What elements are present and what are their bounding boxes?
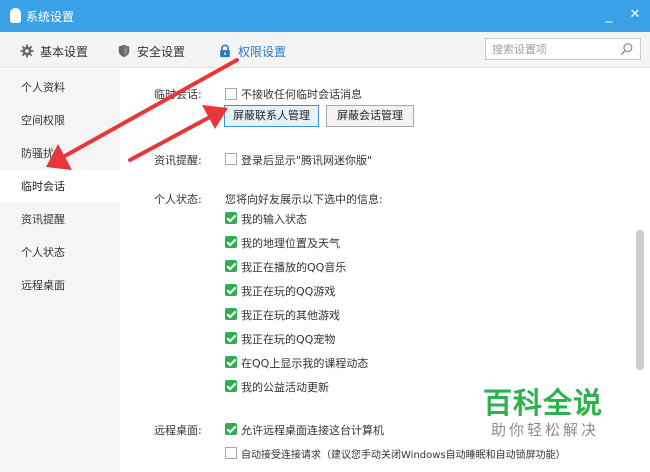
block-sessions-button[interactable]: 屏蔽会话管理 (326, 105, 414, 127)
sidebar-item-space-permission[interactable]: 空间权限 (0, 104, 120, 137)
status-intro-text: 您将向好友展示以下选中的信息: (225, 193, 383, 206)
title-bar: 系统设置 _ ✕ (0, 0, 650, 32)
sidebar-item-personal-status[interactable]: 个人状态 (0, 236, 120, 269)
status-label-other-game[interactable]: 我正在玩的其他游戏 (241, 307, 340, 323)
status-label-qq-pet[interactable]: 我正在玩的QQ宠物 (241, 331, 335, 347)
sidebar-item-anti-harassment[interactable]: 防骚扰 (0, 137, 120, 170)
minimize-button[interactable]: _ (598, 4, 620, 26)
sidebar-item-temp-chat[interactable]: 临时会话 (0, 170, 120, 203)
scrollbar-thumb[interactable] (636, 230, 644, 370)
reject-temp-chat-checkbox[interactable] (225, 88, 237, 100)
status-checkbox-typing[interactable] (225, 212, 237, 224)
temp-chat-label: 临时会话: (154, 88, 202, 101)
status-checkbox-charity[interactable] (225, 380, 237, 392)
status-label-location[interactable]: 我的地理位置及天气 (241, 235, 340, 251)
status-checkbox-music[interactable] (225, 260, 237, 272)
news-reminder-label: 资讯提醒: (154, 154, 202, 167)
status-checkbox-qq-game[interactable] (225, 284, 237, 296)
block-contacts-button[interactable]: 屏蔽联系人管理 (224, 105, 319, 127)
status-checkbox-course[interactable] (225, 356, 237, 368)
remote-desktop-label: 远程桌面: (154, 424, 202, 437)
tab-security-settings[interactable]: 安全设置 (117, 41, 185, 61)
search-box[interactable] (485, 38, 641, 60)
lock-icon (220, 44, 230, 58)
reject-temp-chat-label[interactable]: 不接收任何临时会话消息 (241, 86, 362, 102)
auto-accept-label[interactable]: 自动接受连接请求（建议您手动关闭Windows自动睡眠和自动锁屏功能） (241, 446, 566, 461)
watermark-subtitle: 助你轻松解决 (491, 421, 600, 439)
sidebar-item-profile[interactable]: 个人资料 (0, 71, 120, 104)
status-checkbox-location[interactable] (225, 236, 237, 248)
auto-accept-checkbox[interactable] (225, 447, 237, 459)
tab-label: 基本设置 (40, 44, 89, 59)
allow-remote-label[interactable]: 允许远程桌面连接这台计算机 (241, 422, 384, 438)
shield-icon (118, 44, 130, 58)
status-checkbox-qq-pet[interactable] (225, 332, 237, 344)
sidebar-item-remote-desktop[interactable]: 远程桌面 (0, 269, 120, 302)
tab-label: 权限设置 (238, 44, 287, 59)
search-icon[interactable] (620, 42, 634, 56)
gear-icon (20, 44, 34, 58)
status-label-course[interactable]: 在QQ上显示我的课程动态 (241, 355, 368, 371)
close-button[interactable]: ✕ (624, 4, 646, 26)
status-label-music[interactable]: 我正在播放的QQ音乐 (241, 259, 346, 275)
status-label-charity[interactable]: 我的公益活动更新 (241, 379, 329, 395)
window-title: 系统设置 (26, 10, 75, 24)
tab-permission-settings[interactable]: 权限设置 (218, 41, 286, 61)
status-label-typing[interactable]: 我的输入状态 (241, 211, 307, 227)
show-mini-news-label[interactable]: 登录后显示"腾讯网迷你版" (241, 152, 372, 168)
personal-status-label: 个人状态: (154, 193, 202, 206)
allow-remote-checkbox[interactable] (225, 423, 237, 435)
status-label-qq-game[interactable]: 我正在玩的QQ游戏 (241, 283, 335, 299)
sidebar: 个人资料 空间权限 防骚扰 临时会话 资讯提醒 个人状态 远程桌面 (0, 69, 120, 472)
tab-label: 安全设置 (137, 44, 186, 59)
watermark-title: 百科全说 (483, 386, 604, 420)
qq-logo-icon (10, 8, 21, 23)
status-checkbox-other-game[interactable] (225, 308, 237, 320)
search-input[interactable] (492, 42, 612, 56)
tab-basic-settings[interactable]: 基本设置 (20, 41, 88, 61)
sidebar-item-news-reminder[interactable]: 资讯提醒 (0, 203, 120, 236)
show-mini-news-checkbox[interactable] (225, 153, 237, 165)
